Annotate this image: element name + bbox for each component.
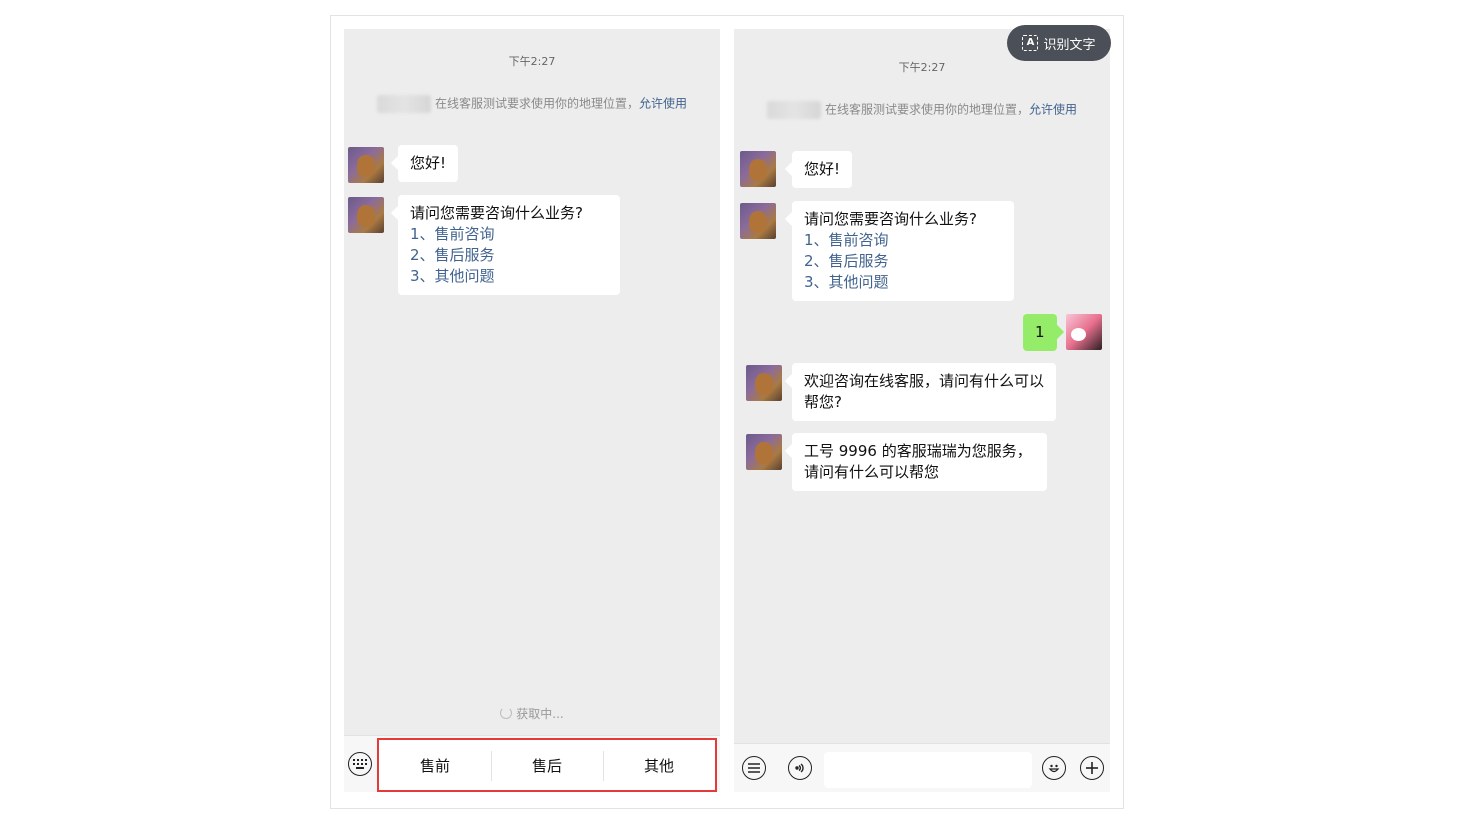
quick-reply-bar: 售前 售后 其他 (344, 735, 720, 792)
message-bubble: 工号 9996 的客服瑞瑞为您服务，请问有什么可以帮您 (792, 433, 1047, 491)
loading-indicator: 获取中... (344, 705, 720, 722)
menu-option-presale[interactable]: 1、售前咨询 (804, 230, 1002, 251)
menu-option-aftersale[interactable]: 2、售后服务 (804, 251, 1002, 272)
plus-icon[interactable] (1080, 756, 1104, 780)
chat-input-bar (734, 743, 1110, 792)
menu-option-other[interactable]: 3、其他问题 (410, 266, 608, 287)
voice-icon[interactable] (788, 756, 812, 780)
agent-avatar[interactable] (746, 434, 782, 470)
location-permission-notice: 在线客服测试要求使用你的地理位置，允许使用 (754, 101, 1090, 119)
allow-location-link[interactable]: 允许使用 (639, 97, 687, 111)
message-bubble: 欢迎咨询在线客服，请问有什么可以帮您? (792, 363, 1056, 421)
blurred-account-name (766, 101, 821, 119)
message-timestamp: 下午2:27 (508, 55, 556, 68)
agent-avatar[interactable] (348, 147, 384, 183)
agent-avatar[interactable] (740, 203, 776, 239)
message-bubble-menu: 请问您需要咨询什么业务? 1、售前咨询 2、售后服务 3、其他问题 (792, 201, 1014, 301)
message-input[interactable] (824, 752, 1032, 788)
keyboard-icon[interactable] (348, 752, 372, 776)
chat-screen-quick-reply: 下午2:27 在线客服测试要求使用你的地理位置，允许使用 您好! 请问您需要咨询… (344, 29, 720, 792)
message-bubble-menu: 请问您需要咨询什么业务? 1、售前咨询 2、售后服务 3、其他问题 (398, 195, 620, 295)
blurred-account-name (376, 95, 431, 113)
message-timestamp: 下午2:27 (898, 61, 946, 74)
quick-reply-presale-button[interactable]: 售前 (379, 755, 491, 776)
agent-avatar[interactable] (746, 365, 782, 401)
text-recognition-icon: A (1022, 35, 1039, 51)
quick-reply-other-button[interactable]: 其他 (603, 750, 715, 781)
text-recognition-button[interactable]: A 识别文字 (1007, 25, 1111, 61)
quick-reply-aftersale-button[interactable]: 售后 (491, 750, 603, 781)
chat-screen-conversation: 下午2:27 在线客服测试要求使用你的地理位置，允许使用 您好! 请问您需要咨询… (734, 29, 1110, 792)
location-permission-notice: 在线客服测试要求使用你的地理位置，允许使用 (364, 95, 700, 113)
emoji-icon[interactable] (1042, 756, 1066, 780)
menu-list-icon[interactable] (742, 756, 766, 780)
user-message-bubble: 1 (1023, 314, 1057, 351)
user-avatar[interactable] (1066, 314, 1102, 350)
message-bubble: 您好! (398, 145, 459, 182)
agent-avatar[interactable] (348, 197, 384, 233)
allow-location-link[interactable]: 允许使用 (1029, 103, 1077, 117)
menu-option-other[interactable]: 3、其他问题 (804, 272, 1002, 293)
spinner-icon (500, 707, 513, 719)
quick-reply-group: 售前 售后 其他 (377, 738, 717, 792)
menu-option-aftersale[interactable]: 2、售后服务 (410, 245, 608, 266)
agent-avatar[interactable] (740, 151, 776, 187)
menu-option-presale[interactable]: 1、售前咨询 (410, 224, 608, 245)
message-bubble: 您好! (792, 151, 853, 188)
